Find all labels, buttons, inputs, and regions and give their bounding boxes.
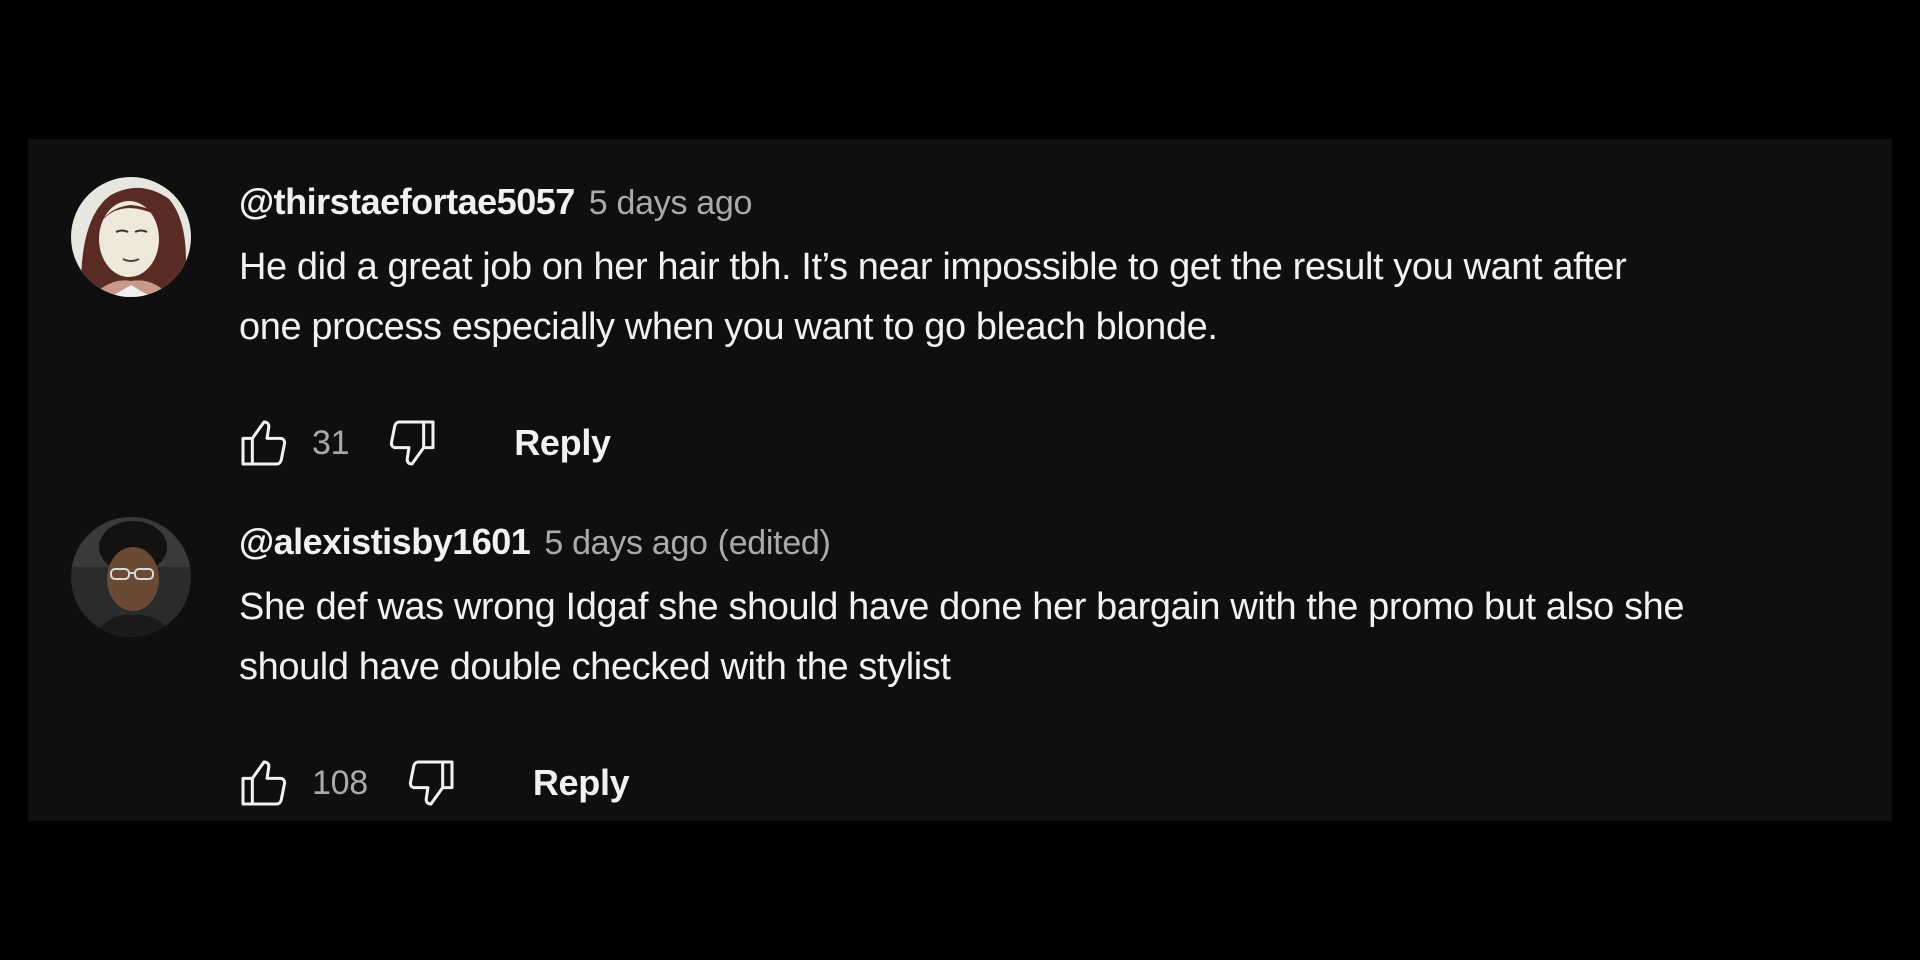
like-count: 108 [312,763,368,802]
dislike-button[interactable] [401,753,461,813]
comment-actions: 108 Reply [239,753,630,813]
thumbs-down-icon [408,760,454,806]
comment-text: He did a great job on her hair tbh. It’s… [239,237,1872,357]
comment-text-line: one process especially when you want to … [239,306,1218,348]
comments-panel: @thirstaefortae5057 5 days ago He did a … [28,139,1892,821]
thumbs-up-icon [241,420,287,466]
reply-button[interactable]: Reply [514,422,611,464]
like-count: 31 [312,423,350,462]
comment-text-line: should have double checked with the styl… [239,646,951,688]
reply-button[interactable]: Reply [533,762,630,804]
avatar[interactable] [71,517,191,637]
comment-actions: 31 Reply [239,413,611,473]
dislike-button[interactable] [382,413,442,473]
comment-timestamp[interactable]: 5 days ago [589,178,753,228]
edited-label: (edited) [717,524,831,562]
comment-timestamp[interactable]: 5 days ago [544,518,708,568]
comment-body: @alexistisby1601 5 days ago (edited) She… [239,517,1872,806]
comment-header: @alexistisby1601 5 days ago (edited) [239,517,1872,567]
thumbs-down-icon [390,420,435,466]
comment-body: @thirstaefortae5057 5 days ago He did a … [239,177,1872,466]
comment-text-line: She def was wrong Idgaf she should have … [239,586,1685,628]
thumbs-up-icon [241,760,287,806]
like-button[interactable] [234,413,294,473]
comment-header: @thirstaefortae5057 5 days ago [239,177,1872,227]
avatar[interactable] [71,177,191,297]
comment-text-line: He did a great job on her hair tbh. It’s… [239,246,1627,288]
comment-author[interactable]: @thirstaefortae5057 [239,177,575,227]
like-button[interactable] [234,753,294,813]
comment-author[interactable]: @alexistisby1601 [239,517,531,567]
comment-text: She def was wrong Idgaf she should have … [239,577,1872,697]
